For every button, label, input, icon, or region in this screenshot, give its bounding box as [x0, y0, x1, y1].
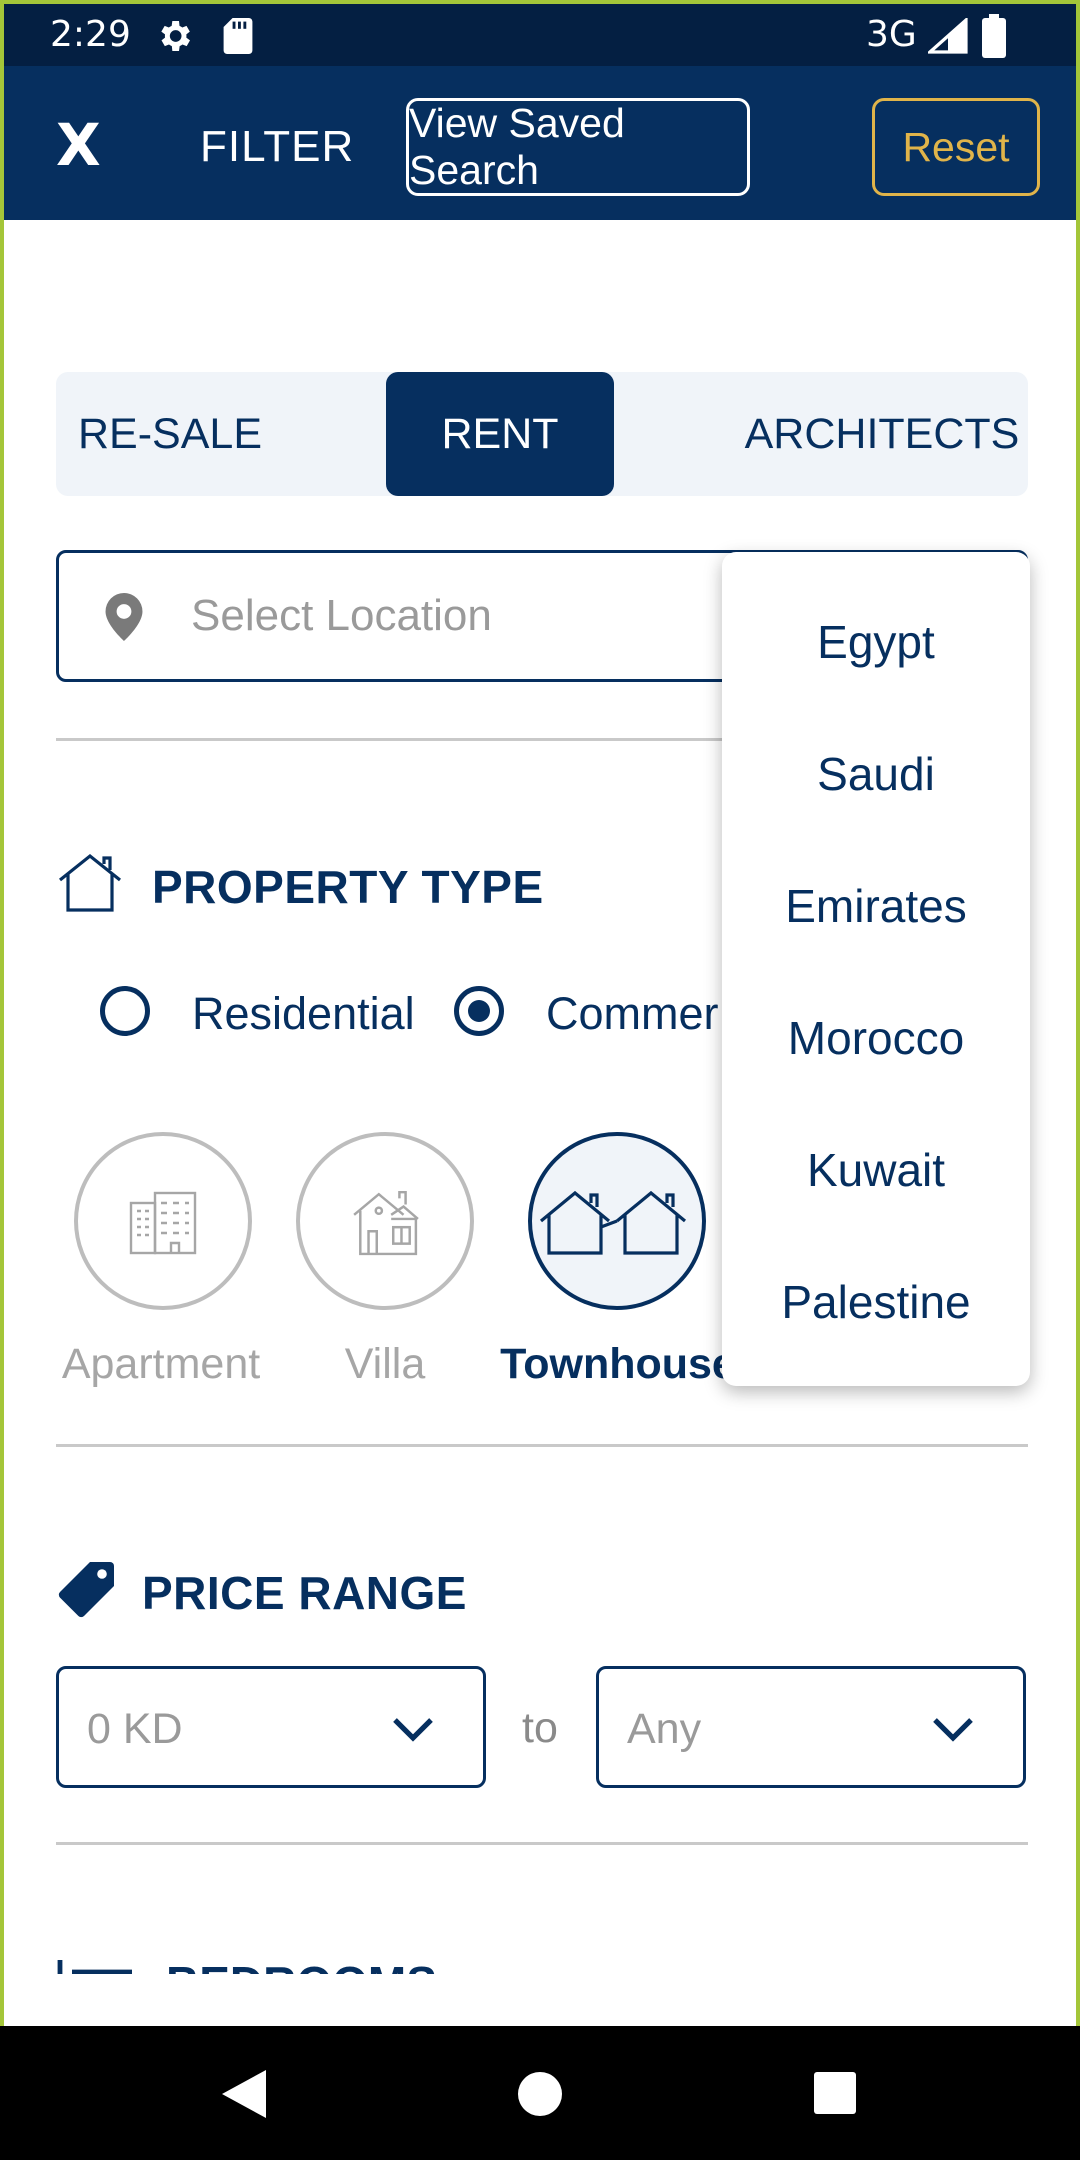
dropdown-option-saudi[interactable]: Saudi	[722, 708, 1030, 840]
villa-option[interactable]	[296, 1132, 474, 1310]
recent-apps-icon[interactable]	[814, 2072, 856, 2114]
signal-icon	[928, 18, 968, 54]
app-screen: 2:29 3G X FILTER View Saved Search Reset	[0, 0, 1080, 2026]
dropdown-option-label: Palestine	[781, 1276, 971, 1328]
property-type-title: PROPERTY TYPE	[152, 861, 544, 913]
townhouse-option[interactable]	[528, 1132, 706, 1310]
divider	[56, 1444, 1028, 1447]
price-tag-icon	[58, 1562, 114, 1618]
villa-icon	[353, 1190, 419, 1256]
chevron-down-icon	[393, 1718, 433, 1742]
dropdown-option-label: Emirates	[785, 880, 967, 932]
dropdown-option-label: Morocco	[787, 1012, 965, 1064]
dropdown-option-palestine[interactable]: Palestine	[722, 1236, 1030, 1368]
network-type: 3G	[866, 14, 917, 55]
reset-button[interactable]: Reset	[872, 98, 1040, 196]
filter-app-bar: X FILTER View Saved Search Reset	[4, 66, 1076, 220]
location-dropdown-menu: Egypt Saudi Emirates Morocco Kuwait Pale…	[722, 552, 1030, 1386]
tab-resale[interactable]: RE-SALE	[56, 372, 284, 496]
status-time: 2:29	[50, 14, 131, 55]
bedrooms-section: BEDROOMS	[56, 1960, 516, 1974]
tab-rent[interactable]: RENT	[386, 372, 614, 496]
status-bar: 2:29 3G	[4, 4, 1076, 66]
min-price-value: 0 KD	[87, 1705, 183, 1753]
residential-radio[interactable]	[100, 986, 150, 1036]
dropdown-option-label: Saudi	[817, 748, 935, 800]
location-input[interactable]	[191, 583, 751, 649]
system-nav-bar	[0, 2026, 1080, 2160]
apartment-building-icon	[129, 1191, 197, 1255]
listing-type-tabs: RE-SALE RENT ARCHITECTS	[56, 372, 1028, 496]
tab-architects-label: ARCHITECTS	[744, 409, 1020, 458]
townhouse-icon	[539, 1190, 687, 1255]
tab-resale-label: RE-SALE	[77, 409, 262, 458]
dropdown-option-label: Kuwait	[806, 1144, 946, 1196]
townhouse-label: Townhouse	[500, 1340, 736, 1388]
reset-label: Reset	[902, 123, 1010, 170]
max-price-value: Any	[627, 1705, 702, 1753]
battery-icon	[982, 14, 1006, 58]
back-icon[interactable]	[222, 2070, 266, 2118]
apartment-label: Apartment	[61, 1340, 261, 1388]
bedrooms-title: BEDROOMS	[166, 1960, 437, 1974]
price-range-separator: to	[522, 1704, 558, 1752]
view-saved-search-label: View Saved Search	[409, 100, 625, 193]
gear-icon	[161, 21, 190, 51]
divider	[56, 1842, 1028, 1845]
house-outline-icon	[59, 853, 121, 912]
dropdown-option-label: Egypt	[817, 616, 935, 668]
apartment-option[interactable]	[74, 1132, 252, 1310]
dropdown-option-egypt[interactable]: Egypt	[722, 576, 1030, 708]
dropdown-option-kuwait[interactable]: Kuwait	[722, 1104, 1030, 1236]
residential-label[interactable]: Residential	[192, 988, 415, 1040]
page-title: FILTER	[200, 122, 355, 171]
dropdown-option-emirates[interactable]: Emirates	[722, 840, 1030, 972]
villa-label: Villa	[344, 1340, 426, 1388]
chevron-down-icon	[933, 1718, 973, 1742]
sd-card-icon	[223, 18, 253, 54]
tab-architects[interactable]: ARCHITECTS	[736, 372, 1028, 496]
bed-icon	[57, 1960, 132, 1974]
tab-rent-label: RENT	[441, 409, 559, 458]
commercial-label[interactable]: Commer	[546, 988, 719, 1040]
commercial-radio[interactable]	[454, 986, 504, 1036]
home-icon[interactable]	[518, 2072, 562, 2116]
dropdown-option-morocco[interactable]: Morocco	[722, 972, 1030, 1104]
view-saved-search-button[interactable]: View Saved Search	[406, 98, 750, 196]
max-price-select[interactable]: Any	[596, 1666, 1026, 1788]
min-price-select[interactable]: 0 KD	[56, 1666, 486, 1788]
close-button[interactable]: X	[56, 116, 101, 174]
price-range-title: PRICE RANGE	[142, 1567, 467, 1619]
location-pin-icon	[105, 593, 143, 641]
